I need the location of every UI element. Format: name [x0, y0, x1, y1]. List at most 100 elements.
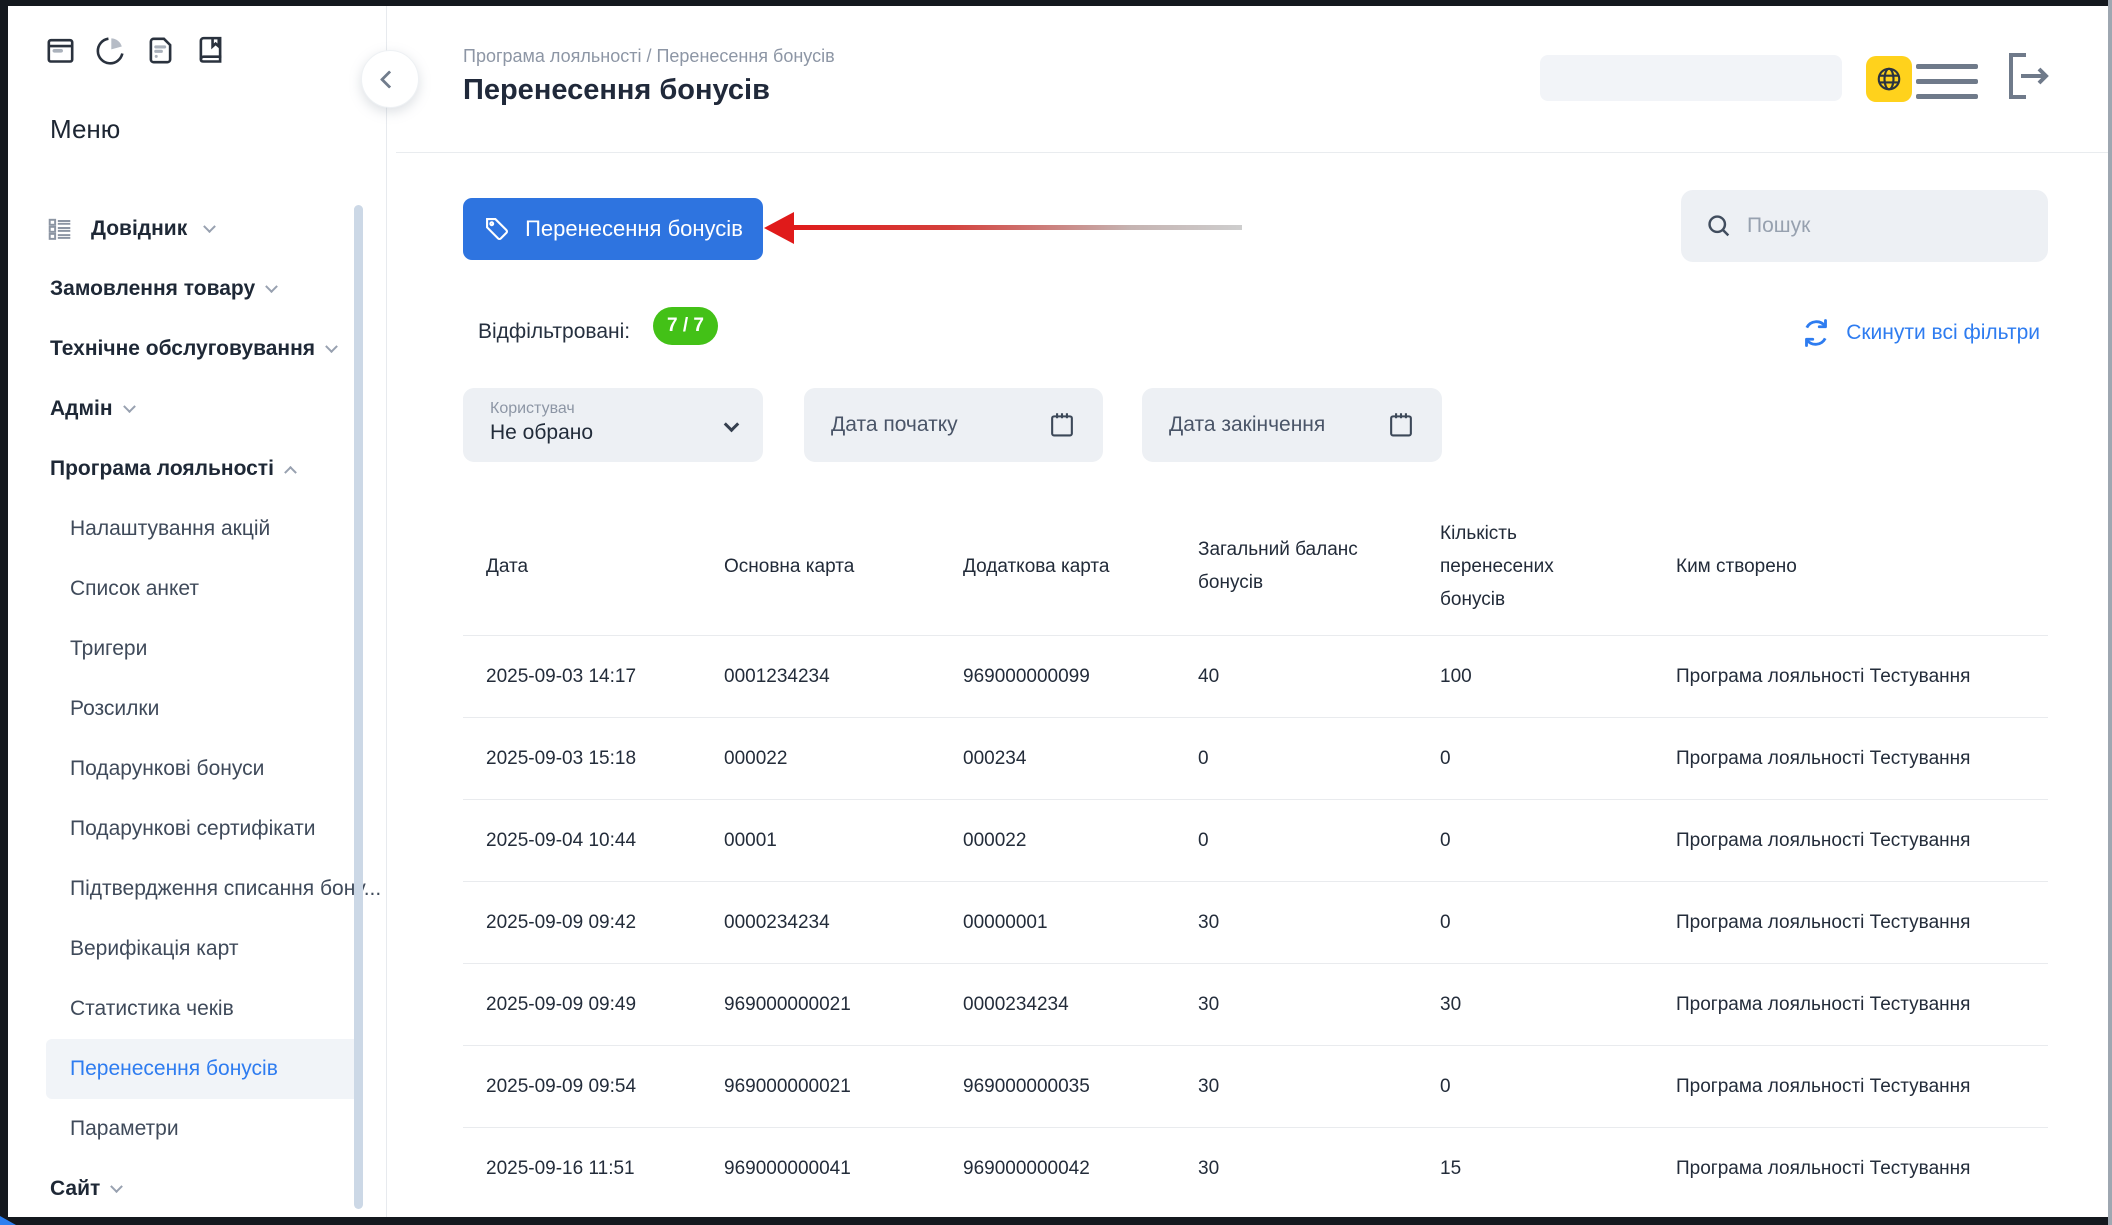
- logout-icon[interactable]: [2002, 48, 2054, 104]
- table-cell: 0: [1417, 1046, 1653, 1127]
- window-right-border: [2108, 0, 2112, 1225]
- hamburger-icon[interactable]: [1916, 64, 1978, 99]
- sidebar-section-1[interactable]: Замовлення товару: [8, 259, 386, 319]
- book-icon[interactable]: [194, 34, 227, 67]
- date-start-filter[interactable]: Дата початку: [804, 388, 1103, 462]
- language-button[interactable]: [1866, 56, 1912, 102]
- sidebar-item-4-4[interactable]: Подарункові бонуси: [8, 739, 386, 799]
- chevron-down-icon: [203, 220, 216, 233]
- reset-filters-link[interactable]: Скинути всі фільтри: [1799, 316, 2040, 350]
- column-header: Дата: [463, 497, 701, 635]
- chevron-left-icon: [379, 70, 397, 88]
- sidebar-menu: Довідник Замовлення товаруТехнічне обслуг…: [8, 199, 386, 1217]
- table-cell: 00001: [701, 800, 940, 881]
- pie-chart-icon[interactable]: [94, 34, 127, 67]
- table-cell: Програма лояльності Тестування: [1653, 718, 2048, 799]
- transfer-bonuses-button[interactable]: Перенесення бонусів: [463, 198, 763, 260]
- table-cell: 000022: [701, 718, 940, 799]
- date-end-filter[interactable]: Дата закінчення: [1142, 388, 1442, 462]
- table-cell: 30: [1175, 1128, 1417, 1209]
- table-row-3[interactable]: 2025-09-09 09:42000023423400000001300Про…: [463, 881, 2048, 963]
- calendar-icon: [1047, 409, 1077, 441]
- section-label: Довідник: [91, 217, 187, 241]
- date-start-placeholder: Дата початку: [831, 413, 958, 437]
- sidebar-item-4-0[interactable]: Налаштування акцій: [8, 499, 386, 559]
- sidebar-collapse-button[interactable]: [361, 50, 419, 108]
- table-cell: 969000000021: [701, 964, 940, 1045]
- sidebar-item-4-5[interactable]: Подарункові сертифікати: [8, 799, 386, 859]
- chevron-down-icon: [265, 280, 278, 293]
- globe-icon: [1874, 64, 1904, 94]
- sidebar-item-4-2[interactable]: Тригери: [8, 619, 386, 679]
- table-cell: 0000234234: [940, 964, 1175, 1045]
- search-box[interactable]: [1681, 190, 2048, 262]
- archive-icon[interactable]: [44, 34, 77, 67]
- section-label: Адмін: [50, 397, 113, 421]
- table-cell: 969000000041: [701, 1128, 940, 1209]
- chevron-down-icon: [110, 1180, 123, 1193]
- sidebar-section-0[interactable]: Довідник: [8, 199, 386, 259]
- table-cell: Програма лояльності Тестування: [1653, 1128, 2048, 1209]
- table-row-4[interactable]: 2025-09-09 09:49969000000021000023423430…: [463, 963, 2048, 1045]
- table-row-2[interactable]: 2025-09-04 10:440000100002200Програма ло…: [463, 799, 2048, 881]
- table-cell: Програма лояльності Тестування: [1653, 964, 2048, 1045]
- transfer-bonuses-label: Перенесення бонусів: [525, 216, 743, 242]
- table-cell: 15: [1417, 1128, 1653, 1209]
- table-cell: 2025-09-09 09:54: [463, 1046, 701, 1127]
- table-cell: 969000000042: [940, 1128, 1175, 1209]
- table-cell: 969000000021: [701, 1046, 940, 1127]
- table-cell: 30: [1175, 1046, 1417, 1127]
- sidebar-item-4-10[interactable]: Параметри: [8, 1099, 386, 1159]
- column-header: Додаткова карта: [940, 497, 1175, 635]
- filtered-label: Відфільтровані:: [478, 320, 630, 344]
- user-filter-dropdown[interactable]: Користувач Не обрано: [463, 388, 763, 462]
- table-cell: 2025-09-03 15:18: [463, 718, 701, 799]
- column-header: Кількість перенесених бонусів: [1417, 497, 1653, 635]
- sidebar-section-2[interactable]: Технічне обслуговування: [8, 319, 386, 379]
- search-input[interactable]: [1747, 214, 1997, 238]
- table-cell: Програма лояльності Тестування: [1653, 882, 2048, 963]
- table-cell: 00000001: [940, 882, 1175, 963]
- tag-icon: [483, 215, 511, 243]
- column-header: Загальний баланс бонусів: [1175, 497, 1417, 635]
- sidebar-scrollbar[interactable]: [354, 205, 363, 1209]
- table-cell: 0: [1175, 800, 1417, 881]
- chevron-down-icon: [123, 400, 136, 413]
- sidebar-item-4-9[interactable]: Перенесення бонусів: [46, 1039, 360, 1099]
- chevron-down-icon: [325, 340, 338, 353]
- table-row-0[interactable]: 2025-09-03 14:17000123423496900000009940…: [463, 635, 2048, 717]
- reset-filters-label: Скинути всі фільтри: [1846, 321, 2040, 345]
- table-cell: Програма лояльності Тестування: [1653, 800, 2048, 881]
- table-cell: 2025-09-03 14:17: [463, 636, 701, 717]
- sidebar-top-icons: [44, 34, 227, 67]
- sidebar-section-3[interactable]: Адмін: [8, 379, 386, 439]
- sidebar-section-5[interactable]: Сайт: [8, 1159, 386, 1217]
- table-row-5[interactable]: 2025-09-09 09:54969000000021969000000035…: [463, 1045, 2048, 1127]
- sidebar: Меню Довідник Замовлення товаруТехнічне о…: [8, 6, 387, 1217]
- sidebar-item-4-1[interactable]: Список анкет: [8, 559, 386, 619]
- table-cell: 2025-09-16 11:51: [463, 1128, 701, 1209]
- document-icon[interactable]: [144, 34, 177, 67]
- sidebar-item-4-8[interactable]: Статистика чеків: [8, 979, 386, 1039]
- table-cell: Програма лояльності Тестування: [1653, 1046, 2048, 1127]
- table-header-row: ДатаОсновна картаДодаткова картаЗагальни…: [463, 497, 2048, 635]
- sidebar-item-4-7[interactable]: Верифікація карт: [8, 919, 386, 979]
- filtered-count-badge: 7 / 7: [653, 307, 718, 345]
- table-cell: 0000234234: [701, 882, 940, 963]
- sidebar-section-4[interactable]: Програма лояльності: [8, 439, 386, 499]
- table-cell: 000234: [940, 718, 1175, 799]
- red-arrow-head: [764, 212, 794, 244]
- column-header: Основна карта: [701, 497, 940, 635]
- section-label: Програма лояльності: [50, 457, 274, 481]
- table-row-1[interactable]: 2025-09-03 15:1800002200023400Програма л…: [463, 717, 2048, 799]
- table-cell: 969000000035: [940, 1046, 1175, 1127]
- table-cell: 0001234234: [701, 636, 940, 717]
- list-icon: [47, 216, 73, 242]
- table-cell: 2025-09-09 09:49: [463, 964, 701, 1045]
- sidebar-item-4-6[interactable]: Підтвердження списання бону...: [8, 859, 386, 919]
- table-row-6[interactable]: 2025-09-16 11:51969000000041969000000042…: [463, 1127, 2048, 1209]
- table-cell: 0: [1417, 882, 1653, 963]
- calendar-icon: [1386, 409, 1416, 441]
- sidebar-item-4-3[interactable]: Розсилки: [8, 679, 386, 739]
- menu-title: Меню: [50, 114, 120, 145]
